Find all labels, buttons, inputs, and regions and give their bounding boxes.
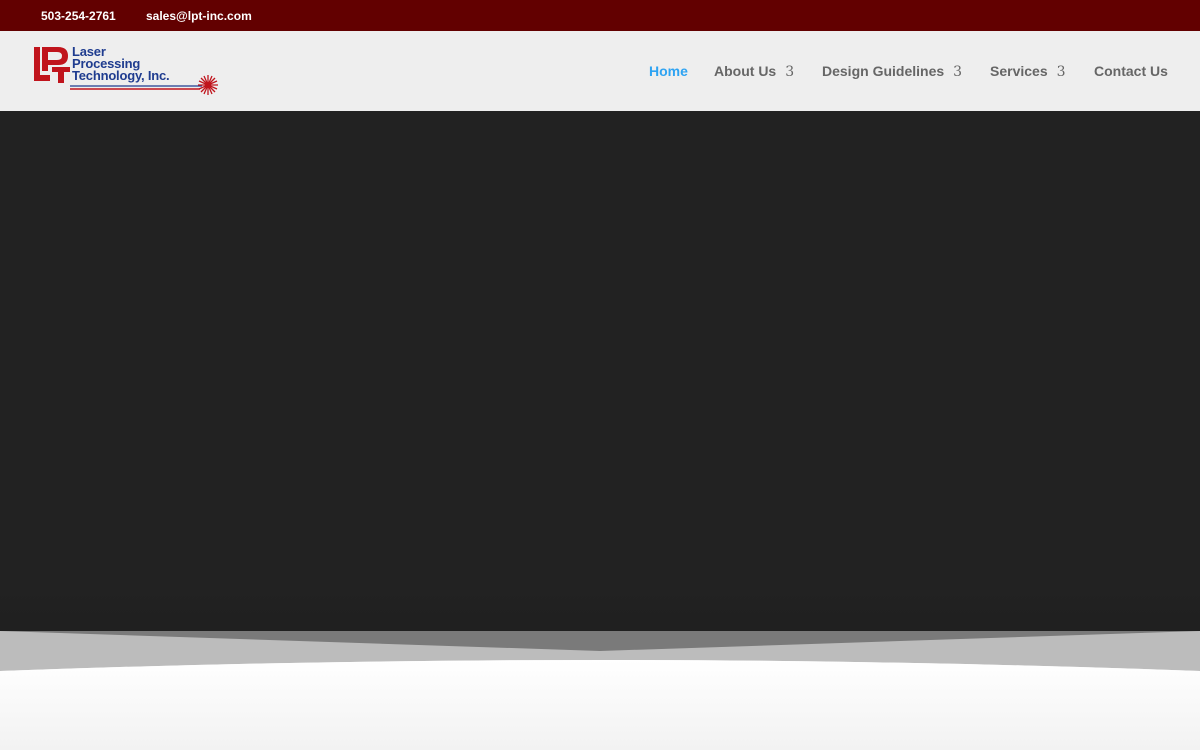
nav-item-contact-us[interactable]: Contact Us <box>1094 63 1168 79</box>
phone-number-link[interactable]: 503-254-2761 <box>41 9 116 23</box>
chevron-down-icon: 3 <box>953 64 963 80</box>
nav-item-label: Design Guidelines <box>822 63 945 79</box>
nav-item-about-us[interactable]: About Us 3 <box>714 63 794 80</box>
top-bar: 503-254-2761 sales@lpt-inc.com <box>0 0 1200 31</box>
logo-text: Laser Processing Technology, Inc. <box>72 45 170 83</box>
site-header: Laser Processing Technology, Inc. Home A… <box>0 31 1200 111</box>
nav-item-label: Contact Us <box>1094 63 1168 79</box>
nav-item-services[interactable]: Services 3 <box>990 63 1066 80</box>
section-divider <box>0 631 1200 750</box>
hero-section <box>0 111 1200 631</box>
nav-item-label: Home <box>649 63 688 79</box>
nav-item-design-guidelines[interactable]: Design Guidelines 3 <box>822 63 962 80</box>
logo-line-3: Technology, Inc. <box>72 68 170 83</box>
email-link[interactable]: sales@lpt-inc.com <box>146 9 252 23</box>
chevron-down-icon: 3 <box>785 64 795 80</box>
nav-item-label: Services <box>990 63 1048 79</box>
nav-item-home[interactable]: Home <box>649 63 688 79</box>
nav-item-label: About Us <box>714 63 777 79</box>
logo[interactable]: Laser Processing Technology, Inc. <box>32 45 226 99</box>
hero-bottom-shadow <box>0 585 1200 631</box>
chevron-down-icon: 3 <box>1056 64 1066 80</box>
